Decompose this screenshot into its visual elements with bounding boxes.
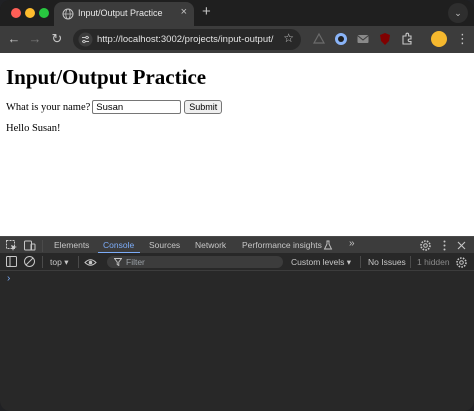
tab-sources[interactable]: Sources	[149, 240, 180, 250]
greeting-output: Hello Susan!	[6, 123, 61, 134]
console-toolbar: top ▾ Filter Custom levels ▾ No Issues 1…	[0, 253, 474, 271]
back-button[interactable]: ←	[6, 31, 22, 47]
filter-input[interactable]: Filter	[107, 256, 283, 268]
address-bar[interactable]: http://localhost:3002/projects/input-out…	[73, 29, 301, 50]
window-minimize-button[interactable]	[25, 8, 35, 18]
tab-console[interactable]: Console	[103, 240, 134, 250]
url-text: http://localhost:3002/projects/input-out…	[97, 34, 274, 45]
divider	[360, 256, 361, 268]
log-levels-dropdown[interactable]: Custom levels ▾	[291, 257, 351, 268]
window-maximize-button[interactable]	[39, 8, 49, 18]
log-levels-label: Custom levels	[291, 257, 345, 267]
window-close-button[interactable]	[11, 8, 21, 18]
flask-icon	[323, 240, 333, 250]
tab-network[interactable]: Network	[195, 240, 226, 250]
gear-icon[interactable]	[419, 239, 432, 252]
more-tabs-button[interactable]: »	[349, 238, 355, 249]
extensions-puzzle-icon[interactable]	[400, 32, 414, 46]
name-input[interactable]	[92, 100, 182, 114]
close-icon[interactable]	[455, 239, 468, 252]
tab-elements[interactable]: Elements	[54, 240, 89, 250]
browser-window: Input/Output Practice × + ⌄ ← → ↻ http:/…	[0, 0, 474, 411]
ublock-icon[interactable]	[378, 32, 392, 46]
console-settings-gear-icon[interactable]	[455, 256, 468, 269]
clear-console-icon[interactable]	[23, 255, 36, 268]
submit-button[interactable]: Submit	[184, 100, 223, 114]
divider	[42, 256, 43, 268]
sidebar-toggle-icon[interactable]	[5, 255, 18, 268]
new-tab-button[interactable]: +	[202, 3, 211, 20]
hidden-count: 1 hidden	[417, 257, 450, 267]
browser-menu-icon[interactable]: ⋮	[456, 31, 469, 47]
site-info-icon[interactable]	[78, 32, 93, 47]
forward-button[interactable]: →	[27, 31, 43, 47]
profile-avatar[interactable]	[431, 31, 447, 47]
browser-toolbar: ← → ↻ http://localhost:3002/projects/inp…	[0, 26, 474, 53]
divider	[78, 256, 79, 268]
web-page: Input/Output Practice What is your name?…	[0, 53, 474, 236]
reload-button[interactable]: ↻	[49, 31, 65, 47]
tab-title: Input/Output Practice	[78, 8, 163, 18]
devtools-tab-bar: Elements Console Sources Network Perform…	[0, 236, 474, 254]
console-prompt[interactable]: ›	[7, 273, 10, 284]
name-form: What is your name? Submit	[6, 100, 223, 114]
filter-placeholder: Filter	[126, 257, 145, 267]
context-selector[interactable]: top ▾	[50, 257, 68, 268]
tab-performance-insights[interactable]: Performance insights	[242, 240, 322, 250]
divider	[410, 256, 411, 268]
issues-button[interactable]: No Issues	[368, 257, 406, 267]
chevron-down-icon: ▾	[64, 257, 69, 267]
more-options-icon[interactable]	[438, 239, 451, 252]
bookmark-star-icon[interactable]: ☆	[283, 31, 294, 45]
mail-icon[interactable]	[356, 32, 370, 46]
extension-triangle-icon[interactable]	[312, 32, 326, 46]
divider	[42, 240, 43, 252]
inspect-element-icon[interactable]	[5, 239, 18, 252]
globe-icon	[62, 8, 74, 20]
context-value: top	[50, 257, 62, 267]
page-title: Input/Output Practice	[6, 65, 207, 89]
tab-strip: Input/Output Practice × + ⌄	[0, 0, 474, 26]
tab-search-button[interactable]: ⌄	[448, 3, 468, 23]
close-icon[interactable]: ×	[181, 6, 187, 18]
filter-icon	[114, 258, 122, 266]
tab-active[interactable]: Input/Output Practice ×	[54, 2, 194, 26]
device-toolbar-icon[interactable]	[23, 239, 36, 252]
chevron-down-icon: ▾	[346, 257, 352, 267]
devtools-panel: Elements Console Sources Network Perform…	[0, 236, 474, 411]
eye-icon[interactable]	[84, 256, 97, 269]
extension-circle-icon[interactable]	[334, 32, 348, 46]
name-label: What is your name?	[6, 101, 91, 113]
